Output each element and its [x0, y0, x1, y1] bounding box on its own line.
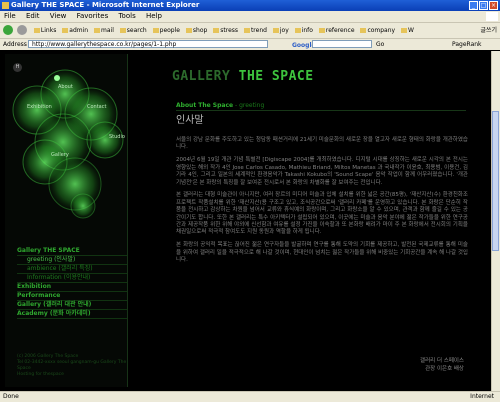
menu-edit[interactable]: Edit	[26, 12, 40, 20]
section-label: About The Space	[176, 102, 234, 109]
bubble-dot	[54, 75, 60, 81]
link-w[interactable]: W	[401, 23, 414, 38]
signature: 갤러리 더 스페이스 관장 이은호 배상	[384, 357, 464, 373]
home-button[interactable]: H	[13, 63, 22, 72]
link-admin[interactable]: admin	[62, 23, 88, 38]
section-divider	[176, 110, 466, 111]
link-shop[interactable]: shop	[186, 23, 207, 38]
nav-gallery-rental[interactable]: Gallery (갤러리 대관 안내)	[17, 301, 127, 310]
forward-icon[interactable]	[17, 25, 27, 35]
close-button[interactable]: ×	[489, 1, 498, 10]
bubble-small[interactable]	[70, 193, 96, 219]
address-input[interactable]: http://www.gallerythespace.co.kr/pages/1…	[28, 40, 268, 48]
link-stress[interactable]: stress	[213, 23, 238, 38]
scrollbar-thumb[interactable]	[492, 111, 499, 251]
menu-bar: File Edit View Favorites Tools Help	[0, 11, 500, 23]
signature-name: 관장 이은호 배상	[425, 366, 464, 372]
minimize-button[interactable]: _	[469, 1, 478, 10]
nav-performance[interactable]: Performance	[17, 292, 127, 301]
link-trend[interactable]: trend	[244, 23, 267, 38]
nav-academy[interactable]: Academy (문화 아카데미)	[17, 310, 127, 319]
link-people[interactable]: people	[153, 23, 180, 38]
bubble-label-studio[interactable]: Studio	[109, 134, 125, 140]
footer-address: Tel 02-3442-xxxx seoul gangnam-gu Galler…	[17, 360, 127, 371]
greeting-body: 서울의 강남 문화를 주도하고 있는 청담동 패션거리에 21세기 미술문화의 …	[176, 137, 468, 270]
link-reference[interactable]: reference	[319, 23, 355, 38]
window-controls: _ □ ×	[469, 1, 498, 10]
bubble-navigation-graphic	[12, 69, 124, 219]
signature-org: 갤러리 더 스페이스	[420, 358, 464, 364]
nav-greeting[interactable]: greeting (인사말)	[17, 256, 127, 265]
bubble-studio[interactable]	[86, 121, 124, 159]
site-logo[interactable]: GALLERY THE SPACE	[172, 69, 314, 84]
nav-exhibition[interactable]: Exhibition	[17, 283, 127, 292]
maximize-button[interactable]: □	[479, 1, 488, 10]
sidebar: H About Exhibition Contact Gallery Studi…	[5, 54, 128, 387]
status-bar: Done Internet	[0, 391, 500, 402]
page-title: 인사말	[176, 115, 204, 126]
vertical-scrollbar[interactable]	[491, 51, 500, 391]
toolbar-right-label[interactable]: 글쓰기	[480, 23, 497, 38]
google-go-button[interactable]: Go	[376, 39, 384, 50]
nav-information[interactable]: Information (이용안내)	[17, 274, 127, 283]
sidebar-nav: Gallery THE SPACE greeting (인사말) ambienc…	[17, 247, 127, 319]
section-sublabel: - greeting	[233, 102, 265, 109]
menu-view[interactable]: View	[50, 12, 67, 20]
link-mail[interactable]: mail	[94, 23, 114, 38]
links-label: Links	[34, 23, 56, 38]
paragraph: 본 갤러리는 대형 미술관이 아니지만, 여러 장르의 미디어 미술과 입체 설…	[176, 192, 468, 236]
pagerank-indicator: PageRank	[452, 41, 482, 48]
footer-hosting: Hosting for thespace	[17, 372, 64, 377]
section-heading: About The Space - greeting	[176, 102, 264, 109]
paragraph: 서울의 강남 문화를 주도하고 있는 청담동 패션거리에 21세기 미술문화의 …	[176, 137, 468, 151]
link-search[interactable]: search	[120, 23, 147, 38]
page-viewport: H About Exhibition Contact Gallery Studi…	[0, 51, 500, 391]
link-info[interactable]: info	[295, 23, 313, 38]
bubble-label-contact[interactable]: Contact	[87, 104, 106, 110]
menu-file[interactable]: File	[4, 12, 16, 20]
links-toolbar: Links admin mail search people shop stre…	[0, 23, 500, 39]
address-label: Address	[3, 41, 27, 48]
address-bar: Address http://www.gallerythespace.co.kr…	[0, 39, 500, 50]
link-company[interactable]: company	[360, 23, 395, 38]
windows-logo-icon	[486, 12, 498, 21]
logo-the-space-text: THE SPACE	[230, 69, 314, 84]
window-titlebar: Gallery THE SPACE - Microsoft Internet E…	[0, 0, 500, 11]
menu-help[interactable]: Help	[146, 12, 162, 20]
window-title: Gallery THE SPACE - Microsoft Internet E…	[11, 1, 200, 9]
nav-ambience[interactable]: ambience (갤러리 특징)	[17, 265, 127, 274]
bubble-label-gallery[interactable]: Gallery	[51, 152, 69, 158]
back-icon[interactable]	[3, 25, 13, 35]
bubble-label-exhibition[interactable]: Exhibition	[27, 104, 52, 110]
google-search-input[interactable]	[312, 40, 372, 48]
ie-icon	[2, 2, 9, 9]
paragraph: 2004년 6월 19일 개관 기념 특별전 [Digiscape 2004]를…	[176, 157, 468, 186]
logo-gallery-text: GALLERY	[172, 69, 231, 84]
bubble-label-about[interactable]: About	[58, 84, 73, 90]
paragraph: 본 화랑의 공익적 목표는 끊어진 젊은 연구자들을 발굴하며 연구를 통해 도…	[176, 242, 468, 264]
menu-favorites[interactable]: Favorites	[77, 12, 109, 20]
link-joy[interactable]: joy	[273, 23, 289, 38]
nav-gallery-the-space[interactable]: Gallery THE SPACE	[17, 247, 127, 256]
sidebar-footer: (c) 2006 Gallery The Space Tel 02-3442-x…	[17, 354, 127, 378]
menu-tools[interactable]: Tools	[118, 12, 135, 20]
